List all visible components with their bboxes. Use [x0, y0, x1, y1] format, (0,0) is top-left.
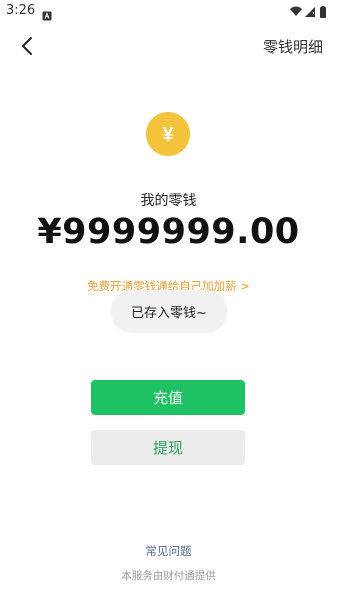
balance-amount: ¥9999999.00: [37, 212, 300, 252]
faq-link[interactable]: 常见问题: [0, 543, 337, 559]
provider-note: 本服务由财付通提供: [121, 570, 216, 582]
status-bar: 3:26: [0, 0, 337, 22]
battery-icon: [320, 6, 326, 18]
back-button[interactable]: [14, 32, 42, 60]
status-indicators: [289, 4, 329, 18]
chevron-left-icon: [22, 37, 32, 55]
wallet-screen: 3:26 零钱明细 ¥ 我的零钱 ¥9999999.00 免费开通零钱通给自己加…: [0, 0, 337, 600]
yen-coin-icon: ¥: [146, 112, 190, 156]
status-time: 3:26: [6, 3, 36, 18]
coin-symbol: ¥: [162, 124, 174, 146]
a-square-icon: [42, 6, 52, 21]
balance-details-link[interactable]: 零钱明细: [263, 36, 323, 57]
nav-bar: 零钱明细: [0, 28, 337, 64]
recharge-button[interactable]: 充值: [91, 380, 245, 415]
toast-message: 已存入零钱~: [111, 290, 227, 332]
withdraw-button[interactable]: 提现: [91, 430, 245, 465]
wifi-icon: [290, 6, 302, 16]
signal-icon: [305, 7, 315, 17]
balance-label: 我的零钱: [140, 193, 197, 209]
